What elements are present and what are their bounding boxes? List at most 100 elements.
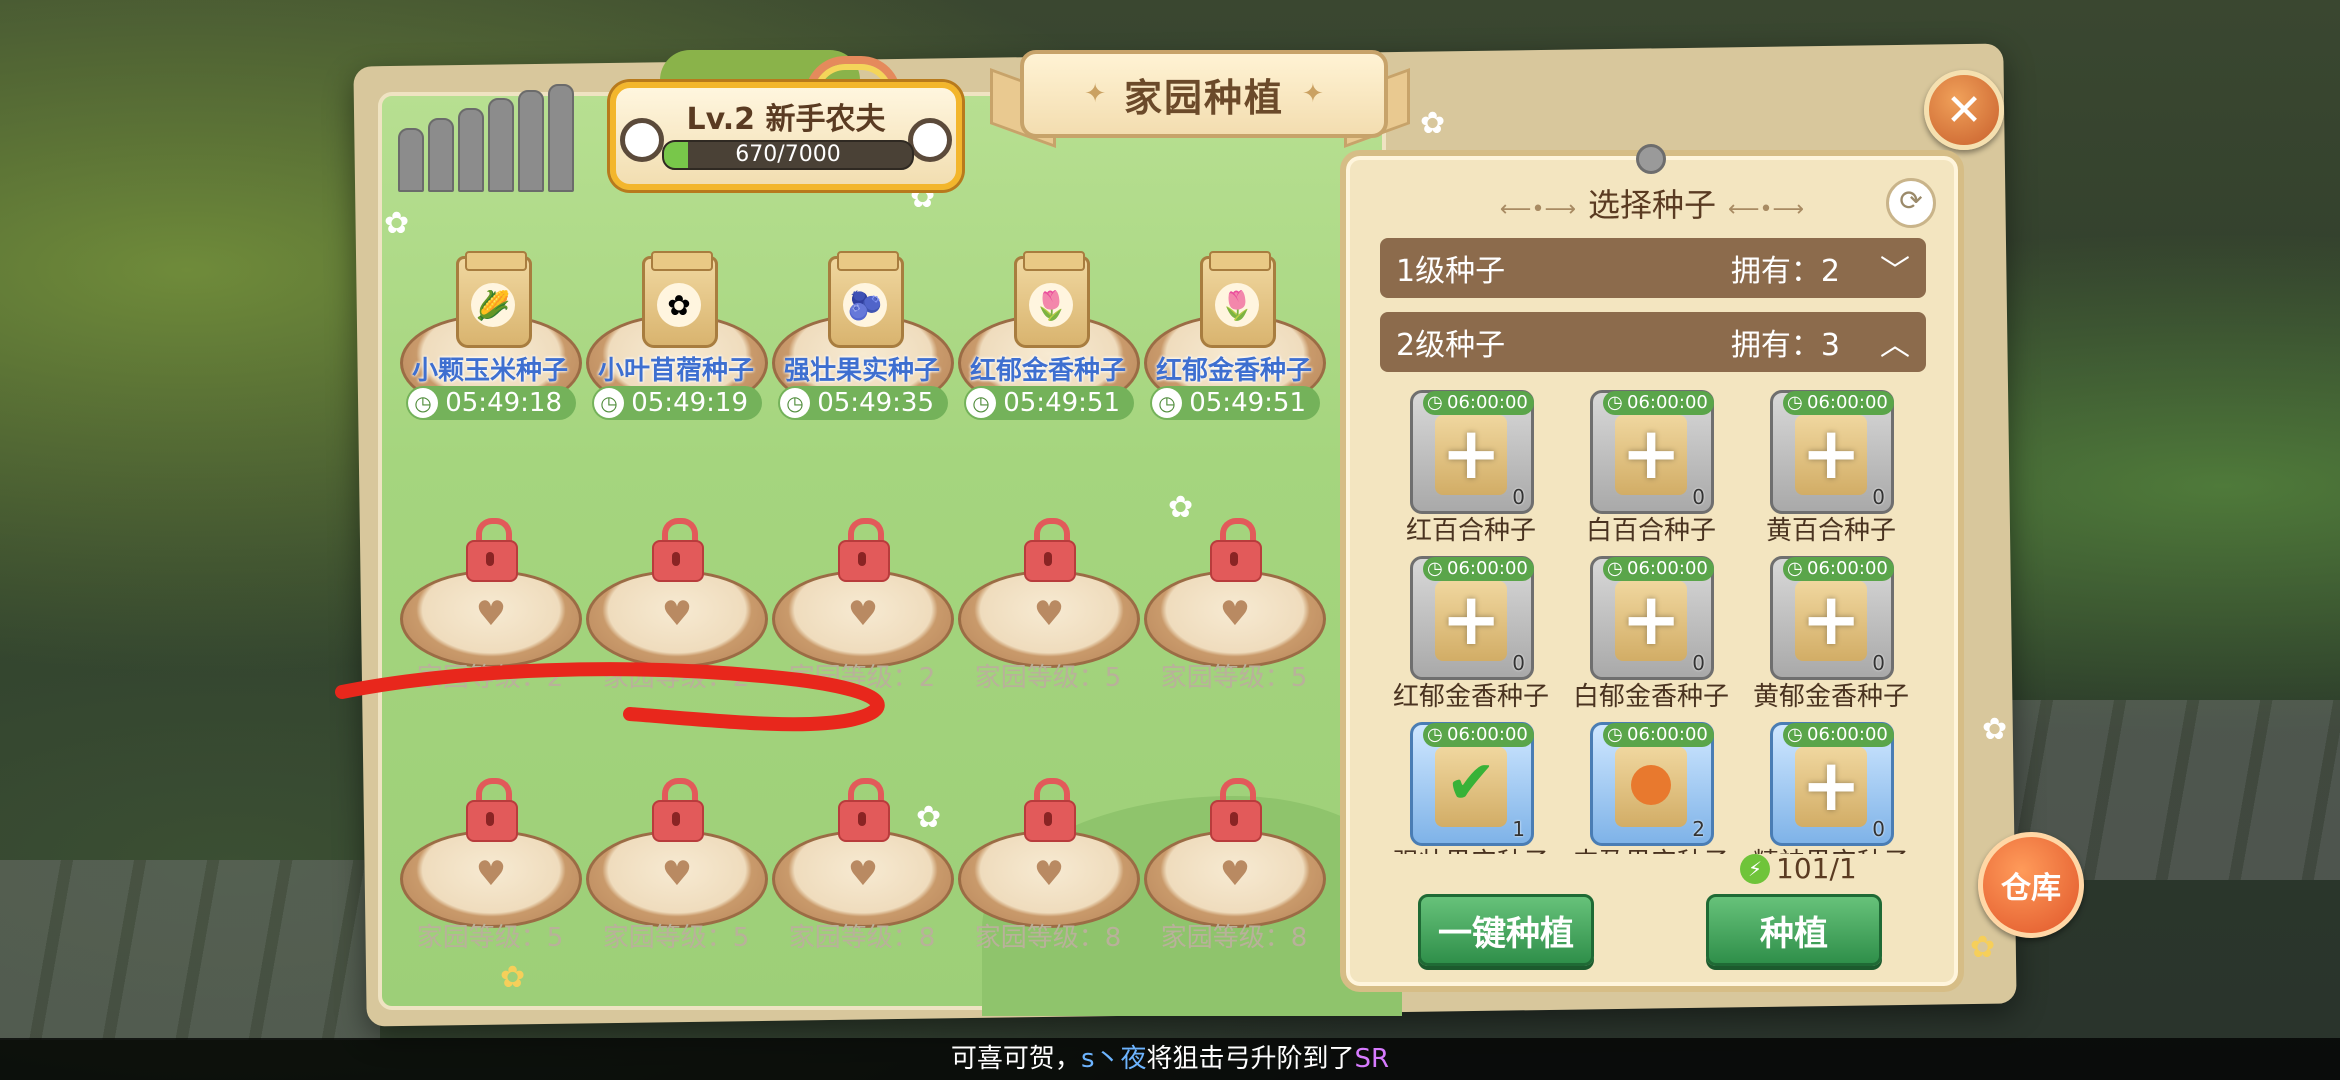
seed-grow-time: 06:00:00 <box>1783 391 1894 415</box>
plot-locked[interactable]: ♥ 家园等级：5 <box>400 778 582 953</box>
seed-bag-icon: ✿ <box>642 251 718 348</box>
seed-grow-time: 06:00:00 <box>1423 557 1534 581</box>
plot-locked[interactable]: ♥ 家园等级：8 <box>772 778 954 953</box>
category-label: 2级种子 <box>1396 328 1506 363</box>
plot-timer: ◷ 05:49:19 <box>592 386 762 420</box>
plot-unlock-requirement: 家园等级：5 <box>1160 663 1308 693</box>
clock-icon: ◷ <box>408 388 438 418</box>
heart-icon: ♥ <box>1033 854 1065 894</box>
plot-locked[interactable]: ♥ 家园等级：8 <box>958 778 1140 953</box>
plot-seed-name: 小叶苜蓿种子 <box>597 356 754 386</box>
plot-unlock-requirement: 家园等级：8 <box>974 923 1122 953</box>
plus-icon: + <box>1801 577 1862 661</box>
notice-grade: SR <box>1354 1044 1390 1074</box>
pavement-left <box>0 860 380 1040</box>
lock-icon <box>466 778 518 842</box>
plot-soil: ♥ <box>1144 570 1326 668</box>
refresh-icon[interactable]: ⟳ <box>1886 178 1936 228</box>
seed-card[interactable]: + 06:00:00 0 黄郁金香种子 <box>1746 556 1916 716</box>
plot-soil: ♥ <box>586 830 768 928</box>
plot-planted-3[interactable]: 🫐 强壮果实种子 ◷ 05:49:35 <box>772 251 954 432</box>
warehouse-button[interactable]: 仓库 <box>1978 832 2084 938</box>
plot-timer: ◷ 05:49:18 <box>406 386 576 420</box>
seed-count: 0 <box>1692 485 1705 509</box>
plus-icon: + <box>1441 411 1502 495</box>
plot-locked[interactable]: ♥ 家园等级：5 <box>1144 518 1326 693</box>
seed-tile: + 06:00:00 0 <box>1590 556 1714 680</box>
seed-name: 红郁金香种子 <box>1392 682 1549 712</box>
plot-unlock-requirement: 家园等级：5 <box>974 663 1122 693</box>
clock-icon: ◷ <box>1152 388 1182 418</box>
seed-bag-icon: 🌷 <box>1014 251 1090 348</box>
plot-unlock-requirement: 家园等级：5 <box>416 923 564 953</box>
plot-planted-4[interactable]: 🌷 红郁金香种子 ◷ 05:49:51 <box>958 251 1140 432</box>
seed-grow-time: 06:00:00 <box>1603 557 1714 581</box>
seed-card[interactable]: + 06:00:00 0 红郁金香种子 <box>1386 556 1556 716</box>
window-title: 家园种植 <box>1123 75 1284 120</box>
heart-icon: ♥ <box>475 854 507 894</box>
category-label: 1级种子 <box>1396 254 1506 289</box>
plot-timer: ◷ 05:49:51 <box>1150 386 1320 420</box>
plot-soil: ♥ <box>1144 830 1326 928</box>
plus-icon: + <box>1801 411 1862 495</box>
seed-card[interactable]: 06:00:00 2 丰盈果实种子 <box>1566 722 1736 854</box>
clock-icon: ◷ <box>780 388 810 418</box>
seed-category-level2[interactable]: 2级种子 拥有：3 ︿ <box>1380 312 1926 372</box>
notice-prefix: 可喜可贺， <box>950 1044 1081 1074</box>
lock-icon <box>466 518 518 582</box>
seed-name: 强壮果实种子 <box>1386 842 1566 854</box>
lock-icon <box>652 518 704 582</box>
badge-knob-right <box>908 118 952 162</box>
plot-timer: ◷ 05:49:35 <box>778 386 948 420</box>
seed-label-icon: ✿ <box>657 283 701 327</box>
seed-card-selected[interactable]: ✔ 06:00:00 1 强壮果实种子 <box>1386 722 1556 854</box>
seed-tile: 06:00:00 2 <box>1590 722 1714 846</box>
category-owned-count: 拥有：2 <box>1730 254 1840 289</box>
star-icon: ✦ <box>1302 79 1324 109</box>
lightning-icon: ⚡ <box>1740 853 1770 884</box>
plus-icon: + <box>1621 411 1682 495</box>
exp-text: 670/7000 <box>735 142 841 167</box>
plot-unlock-requirement: 家园等级：8 <box>788 923 936 953</box>
seed-card[interactable]: + 06:00:00 0 黄百合种子 <box>1746 390 1916 550</box>
lock-icon <box>838 518 890 582</box>
chevron-down-icon: ﹀ <box>1880 254 1910 289</box>
seed-card[interactable]: + 06:00:00 0 白郁金香种子 <box>1566 556 1736 716</box>
seed-count: 0 <box>1512 651 1525 675</box>
checkmark-icon: ✔ <box>1445 748 1497 818</box>
seed-grow-time: 06:00:00 <box>1783 557 1894 581</box>
seed-card[interactable]: + 06:00:00 0 红百合种子 <box>1386 390 1556 550</box>
farmer-level-badge: Lv.2 新手农夫 670/7000 <box>610 82 962 190</box>
seed-tile: + 06:00:00 0 <box>1770 556 1894 680</box>
plus-icon: + <box>1441 577 1502 661</box>
seed-card[interactable]: + 06:00:00 0 白百合种子 <box>1566 390 1736 550</box>
system-notice-bar: 可喜可贺，s丶夜将狙击弓升阶到了SR <box>0 1038 2340 1080</box>
seed-label-icon: 🌽 <box>471 283 515 327</box>
plot-seed-name: 红郁金香种子 <box>969 356 1126 386</box>
seed-count: 0 <box>1872 817 1885 841</box>
seed-card[interactable]: + 06:00:00 0 精神果实种子 <box>1746 722 1916 854</box>
flower-decoration: ✿ <box>1420 106 1446 141</box>
plant-button[interactable]: 种植 <box>1706 894 1882 966</box>
plot-unlock-requirement: 家园等级：5 <box>602 923 750 953</box>
plot-planted-2[interactable]: ✿ 小叶苜蓿种子 ◷ 05:49:19 <box>586 251 768 432</box>
plot-soil: ♥ <box>400 830 582 928</box>
lock-icon <box>1024 518 1076 582</box>
close-button[interactable]: ✕ <box>1924 70 2004 150</box>
heart-icon: ♥ <box>1219 854 1251 894</box>
flower-decoration: ✿ <box>384 206 410 241</box>
seed-category-level1[interactable]: 1级种子 拥有：2 ﹀ <box>1380 238 1926 298</box>
seed-bag-icon: 🫐 <box>828 251 904 348</box>
plot-locked[interactable]: ♥ 家园等级：5 <box>586 778 768 953</box>
one-click-plant-button[interactable]: 一键种植 <box>1418 894 1594 966</box>
heart-icon: ♥ <box>847 854 879 894</box>
plot-locked[interactable]: ♥ 家园等级：5 <box>958 518 1140 693</box>
plot-seed-name: 小颗玉米种子 <box>411 356 568 386</box>
notice-user[interactable]: s丶夜 <box>1081 1044 1147 1074</box>
plot-locked[interactable]: ♥ 家园等级：8 <box>1144 778 1326 953</box>
plot-planted-1[interactable]: 🌽 小颗玉米种子 ◷ 05:49:18 <box>400 251 582 432</box>
title-ribbon: ✦ 家园种植 ✦ <box>990 40 1410 149</box>
plot-planted-5[interactable]: 🌷 红郁金香种子 ◷ 05:49:51 <box>1144 251 1326 432</box>
seed-grow-time: 06:00:00 <box>1603 723 1714 747</box>
seed-bag-icon: 🌽 <box>456 251 532 348</box>
